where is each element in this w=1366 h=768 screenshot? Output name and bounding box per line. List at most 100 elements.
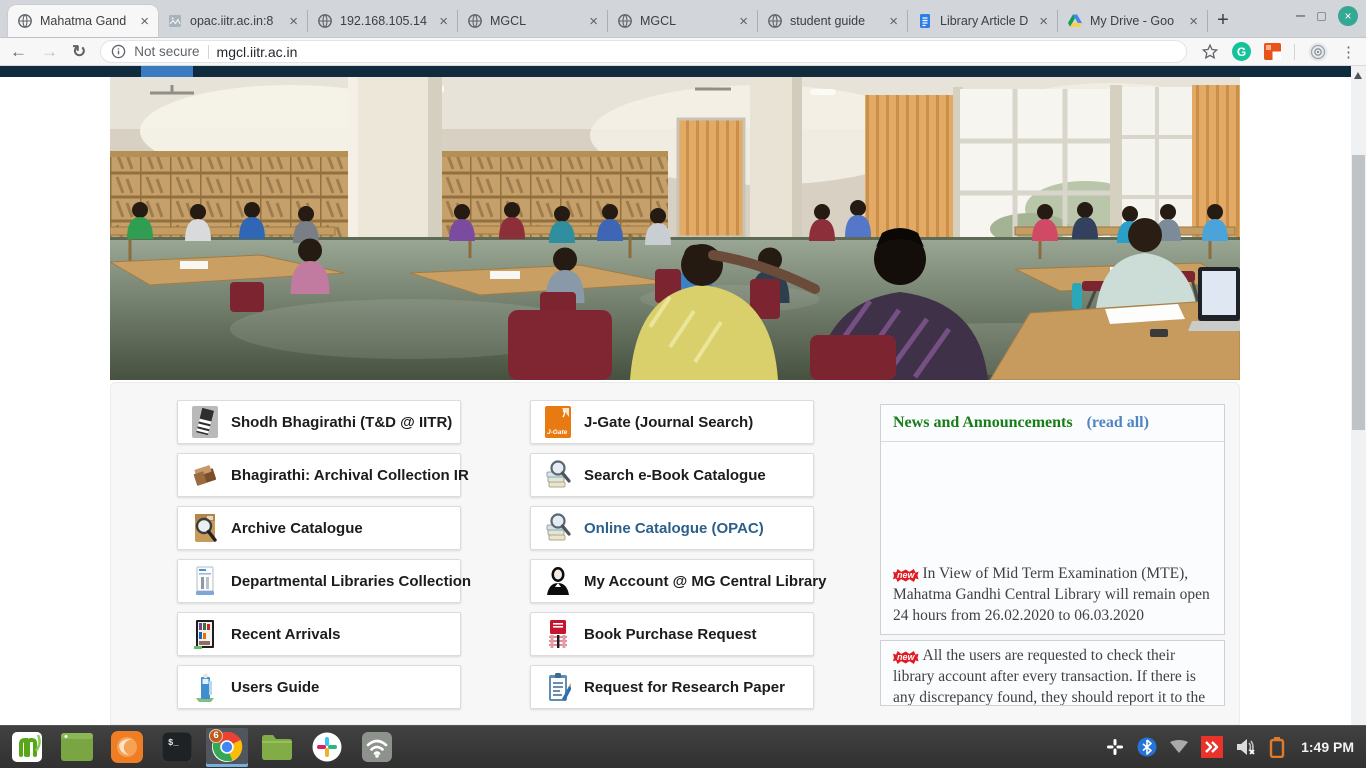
archive-box-icon <box>192 459 218 491</box>
omnibox-divider <box>208 45 209 59</box>
news-box: News and Announcements (read all) newIn … <box>880 404 1225 635</box>
browser-toolbar: ← → ↻ Not secure mgcl.iitr.ac.in G ⋮ <box>0 38 1366 66</box>
back-button[interactable]: ← <box>10 43 27 60</box>
bookmark-star-icon[interactable] <box>1201 43 1219 61</box>
tab-title: MGCL <box>640 14 732 28</box>
bluetooth-icon[interactable] <box>1137 737 1157 757</box>
button-book-purchase[interactable]: Book Purchase Request <box>530 612 814 656</box>
browser-tab[interactable]: My Drive - Goo × <box>1058 10 1208 32</box>
button-departmental-libraries[interactable]: Departmental Libraries Collection <box>177 559 461 603</box>
extension-icon[interactable] <box>1264 43 1281 60</box>
info-icon[interactable] <box>111 44 126 59</box>
button-recent-arrivals[interactable]: Recent Arrivals <box>177 612 461 656</box>
tab-title: Mahatma Gand <box>40 14 133 28</box>
button-label: Request for Research Paper <box>584 679 785 696</box>
button-label: J-Gate (Journal Search) <box>584 414 753 431</box>
profile-avatar[interactable] <box>1308 42 1328 62</box>
window-controls: – × <box>1296 6 1358 26</box>
image-file-icon <box>167 13 183 29</box>
button-shodh-bhagirathi[interactable]: Shodh Bhagirathi (T&D @ IITR) <box>177 400 461 444</box>
browser-tab[interactable]: 192.168.105.14 × <box>308 10 458 32</box>
button-label: Online Catalogue (OPAC) <box>584 520 764 537</box>
button-archive-catalogue[interactable]: Archive Catalogue <box>177 506 461 550</box>
tab-close-icon[interactable]: × <box>1039 14 1048 29</box>
tab-close-icon[interactable]: × <box>140 14 149 29</box>
button-my-account[interactable]: My Account @ MG Central Library <box>530 559 814 603</box>
browser-tab[interactable]: MGCL × <box>458 10 608 32</box>
browser-tab[interactable]: student guide × <box>758 10 908 32</box>
button-label: Bhagirathi: Archival Collection IR <box>231 467 469 484</box>
archive-search-icon <box>192 512 218 544</box>
anydesk-tray-icon[interactable] <box>1201 736 1223 758</box>
system-tray: 1:49 PM <box>1105 736 1360 758</box>
button-label: Archive Catalogue <box>231 520 363 537</box>
button-jgate[interactable]: J-Gate J-Gate (Journal Search) <box>530 400 814 444</box>
tab-title: 192.168.105.14 <box>340 14 432 28</box>
vertical-scrollbar[interactable] <box>1351 66 1366 725</box>
slack-launcher-icon[interactable] <box>306 728 348 767</box>
button-label: My Account @ MG Central Library <box>584 573 826 590</box>
svg-text:$_: $_ <box>168 738 179 748</box>
google-docs-icon <box>917 13 933 29</box>
firefox-launcher-icon[interactable] <box>106 728 148 767</box>
tab-title: opac.iitr.ac.in:8 <box>190 14 282 28</box>
browser-menu-icon[interactable]: ⋮ <box>1341 43 1356 61</box>
button-label: Search e-Book Catalogue <box>584 467 766 484</box>
mint-menu-button[interactable] <box>6 728 48 767</box>
browser-tab-active[interactable]: Mahatma Gand × <box>8 5 158 37</box>
grammarly-extension-icon[interactable]: G <box>1232 42 1251 61</box>
book-purchase-icon <box>545 618 571 650</box>
reload-button[interactable]: ↻ <box>72 43 86 60</box>
show-desktop-button[interactable] <box>56 728 98 767</box>
wifi-launcher-icon[interactable] <box>356 728 398 767</box>
new-badge: new <box>893 651 919 664</box>
browser-tab[interactable]: opac.iitr.ac.in:8 × <box>158 10 308 32</box>
restore-button[interactable] <box>1317 12 1326 21</box>
volume-muted-icon[interactable] <box>1235 737 1257 757</box>
slack-tray-icon[interactable] <box>1105 737 1125 757</box>
taskbar-clock[interactable]: 1:49 PM <box>1301 739 1354 755</box>
person-icon <box>545 565 571 597</box>
scrollbar-thumb[interactable] <box>1352 155 1365 430</box>
globe-icon <box>17 13 33 29</box>
minimize-button[interactable]: – <box>1296 8 1305 24</box>
globe-icon <box>317 13 333 29</box>
books-magnifier-icon <box>545 512 571 544</box>
read-all-link[interactable]: (read all) <box>1087 414 1149 432</box>
tab-strip: Mahatma Gand × opac.iitr.ac.in:8 × 192.1… <box>8 0 1238 37</box>
button-research-paper[interactable]: Request for Research Paper <box>530 665 814 709</box>
left-button-column: Shodh Bhagirathi (T&D @ IITR) Bhagirathi… <box>177 400 461 718</box>
tab-close-icon[interactable]: × <box>439 14 448 29</box>
close-button[interactable]: × <box>1338 6 1358 26</box>
news-header: News and Announcements (read all) <box>881 405 1224 442</box>
button-users-guide[interactable]: Users Guide <box>177 665 461 709</box>
new-tab-button[interactable]: + <box>1208 5 1238 35</box>
button-bhagirathi-archival[interactable]: Bhagirathi: Archival Collection IR <box>177 453 461 497</box>
google-drive-icon <box>1067 13 1083 29</box>
library-hall-photo <box>110 77 1240 380</box>
news-item: newIn View of Mid Term Examination (MTE)… <box>881 442 1224 634</box>
forward-button[interactable]: → <box>41 43 58 60</box>
button-opac[interactable]: Online Catalogue (OPAC) <box>530 506 814 550</box>
network-tray-icon[interactable] <box>1169 740 1189 754</box>
chrome-taskbar-button[interactable]: 6 <box>206 728 248 767</box>
browser-tab[interactable]: Library Article D × <box>908 10 1058 32</box>
scroll-up-arrow-icon[interactable] <box>1354 72 1362 79</box>
tab-close-icon[interactable]: × <box>289 14 298 29</box>
tab-close-icon[interactable]: × <box>589 14 598 29</box>
files-launcher-icon[interactable] <box>256 728 298 767</box>
site-navbar <box>0 66 1351 77</box>
tab-close-icon[interactable]: × <box>739 14 748 29</box>
button-search-ebook[interactable]: Search e-Book Catalogue <box>530 453 814 497</box>
button-label: Shodh Bhagirathi (T&D @ IITR) <box>231 414 452 431</box>
tab-close-icon[interactable]: × <box>1189 14 1198 29</box>
terminal-launcher-icon[interactable]: $_ <box>156 728 198 767</box>
battery-icon[interactable] <box>1269 736 1285 758</box>
toolbar-right: G ⋮ <box>1201 42 1356 62</box>
address-bar[interactable]: Not secure mgcl.iitr.ac.in <box>100 40 1187 63</box>
guide-standee-icon <box>192 671 218 703</box>
browser-tab[interactable]: MGCL × <box>608 10 758 32</box>
site-navbar-active-item[interactable] <box>141 66 193 77</box>
tab-close-icon[interactable]: × <box>889 14 898 29</box>
tab-title: My Drive - Goo <box>1090 14 1182 28</box>
